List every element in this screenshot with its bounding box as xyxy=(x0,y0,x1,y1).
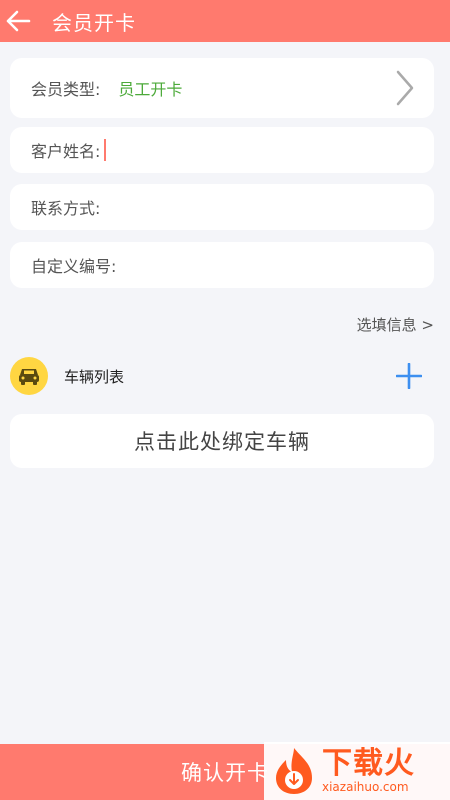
confirm-label: 确认开卡 xyxy=(181,761,269,785)
car-icon xyxy=(10,357,48,395)
watermark-domain: xiazaihuo.com xyxy=(322,780,409,794)
custom-number-field[interactable]: 自定义编号: xyxy=(10,242,434,288)
customer-name-label: 客户姓名: xyxy=(31,142,101,161)
vehicle-list-title: 车辆列表 xyxy=(64,367,125,386)
chevron-right-icon xyxy=(396,70,414,106)
member-type-selector[interactable]: 会员类型: 员工开卡 xyxy=(10,58,434,118)
flame-logo-icon xyxy=(276,748,312,794)
contact-field[interactable]: 联系方式: xyxy=(10,184,434,230)
member-type-label: 会员类型: xyxy=(31,80,101,99)
optional-info-link[interactable]: 选填信息 > xyxy=(357,314,434,335)
watermark-text: 下载火 xyxy=(322,746,415,781)
add-vehicle-icon[interactable] xyxy=(396,363,422,389)
text-cursor xyxy=(104,139,107,161)
arrow-left-icon xyxy=(6,10,31,32)
custom-number-label: 自定义编号: xyxy=(31,257,117,276)
vehicle-list-header: 车辆列表 xyxy=(10,356,434,396)
customer-name-field[interactable]: 客户姓名: xyxy=(10,127,434,173)
page-title: 会员开卡 xyxy=(52,10,136,35)
back-button[interactable] xyxy=(0,0,36,42)
bind-vehicle-label: 点击此处绑定车辆 xyxy=(134,430,310,454)
bind-vehicle-button[interactable]: 点击此处绑定车辆 xyxy=(10,414,434,468)
top-bar: 会员开卡 xyxy=(0,0,450,42)
member-type-value: 员工开卡 xyxy=(118,80,183,99)
watermark: 下载火 xiazaihuo.com xyxy=(264,742,450,800)
contact-label: 联系方式: xyxy=(31,199,101,218)
